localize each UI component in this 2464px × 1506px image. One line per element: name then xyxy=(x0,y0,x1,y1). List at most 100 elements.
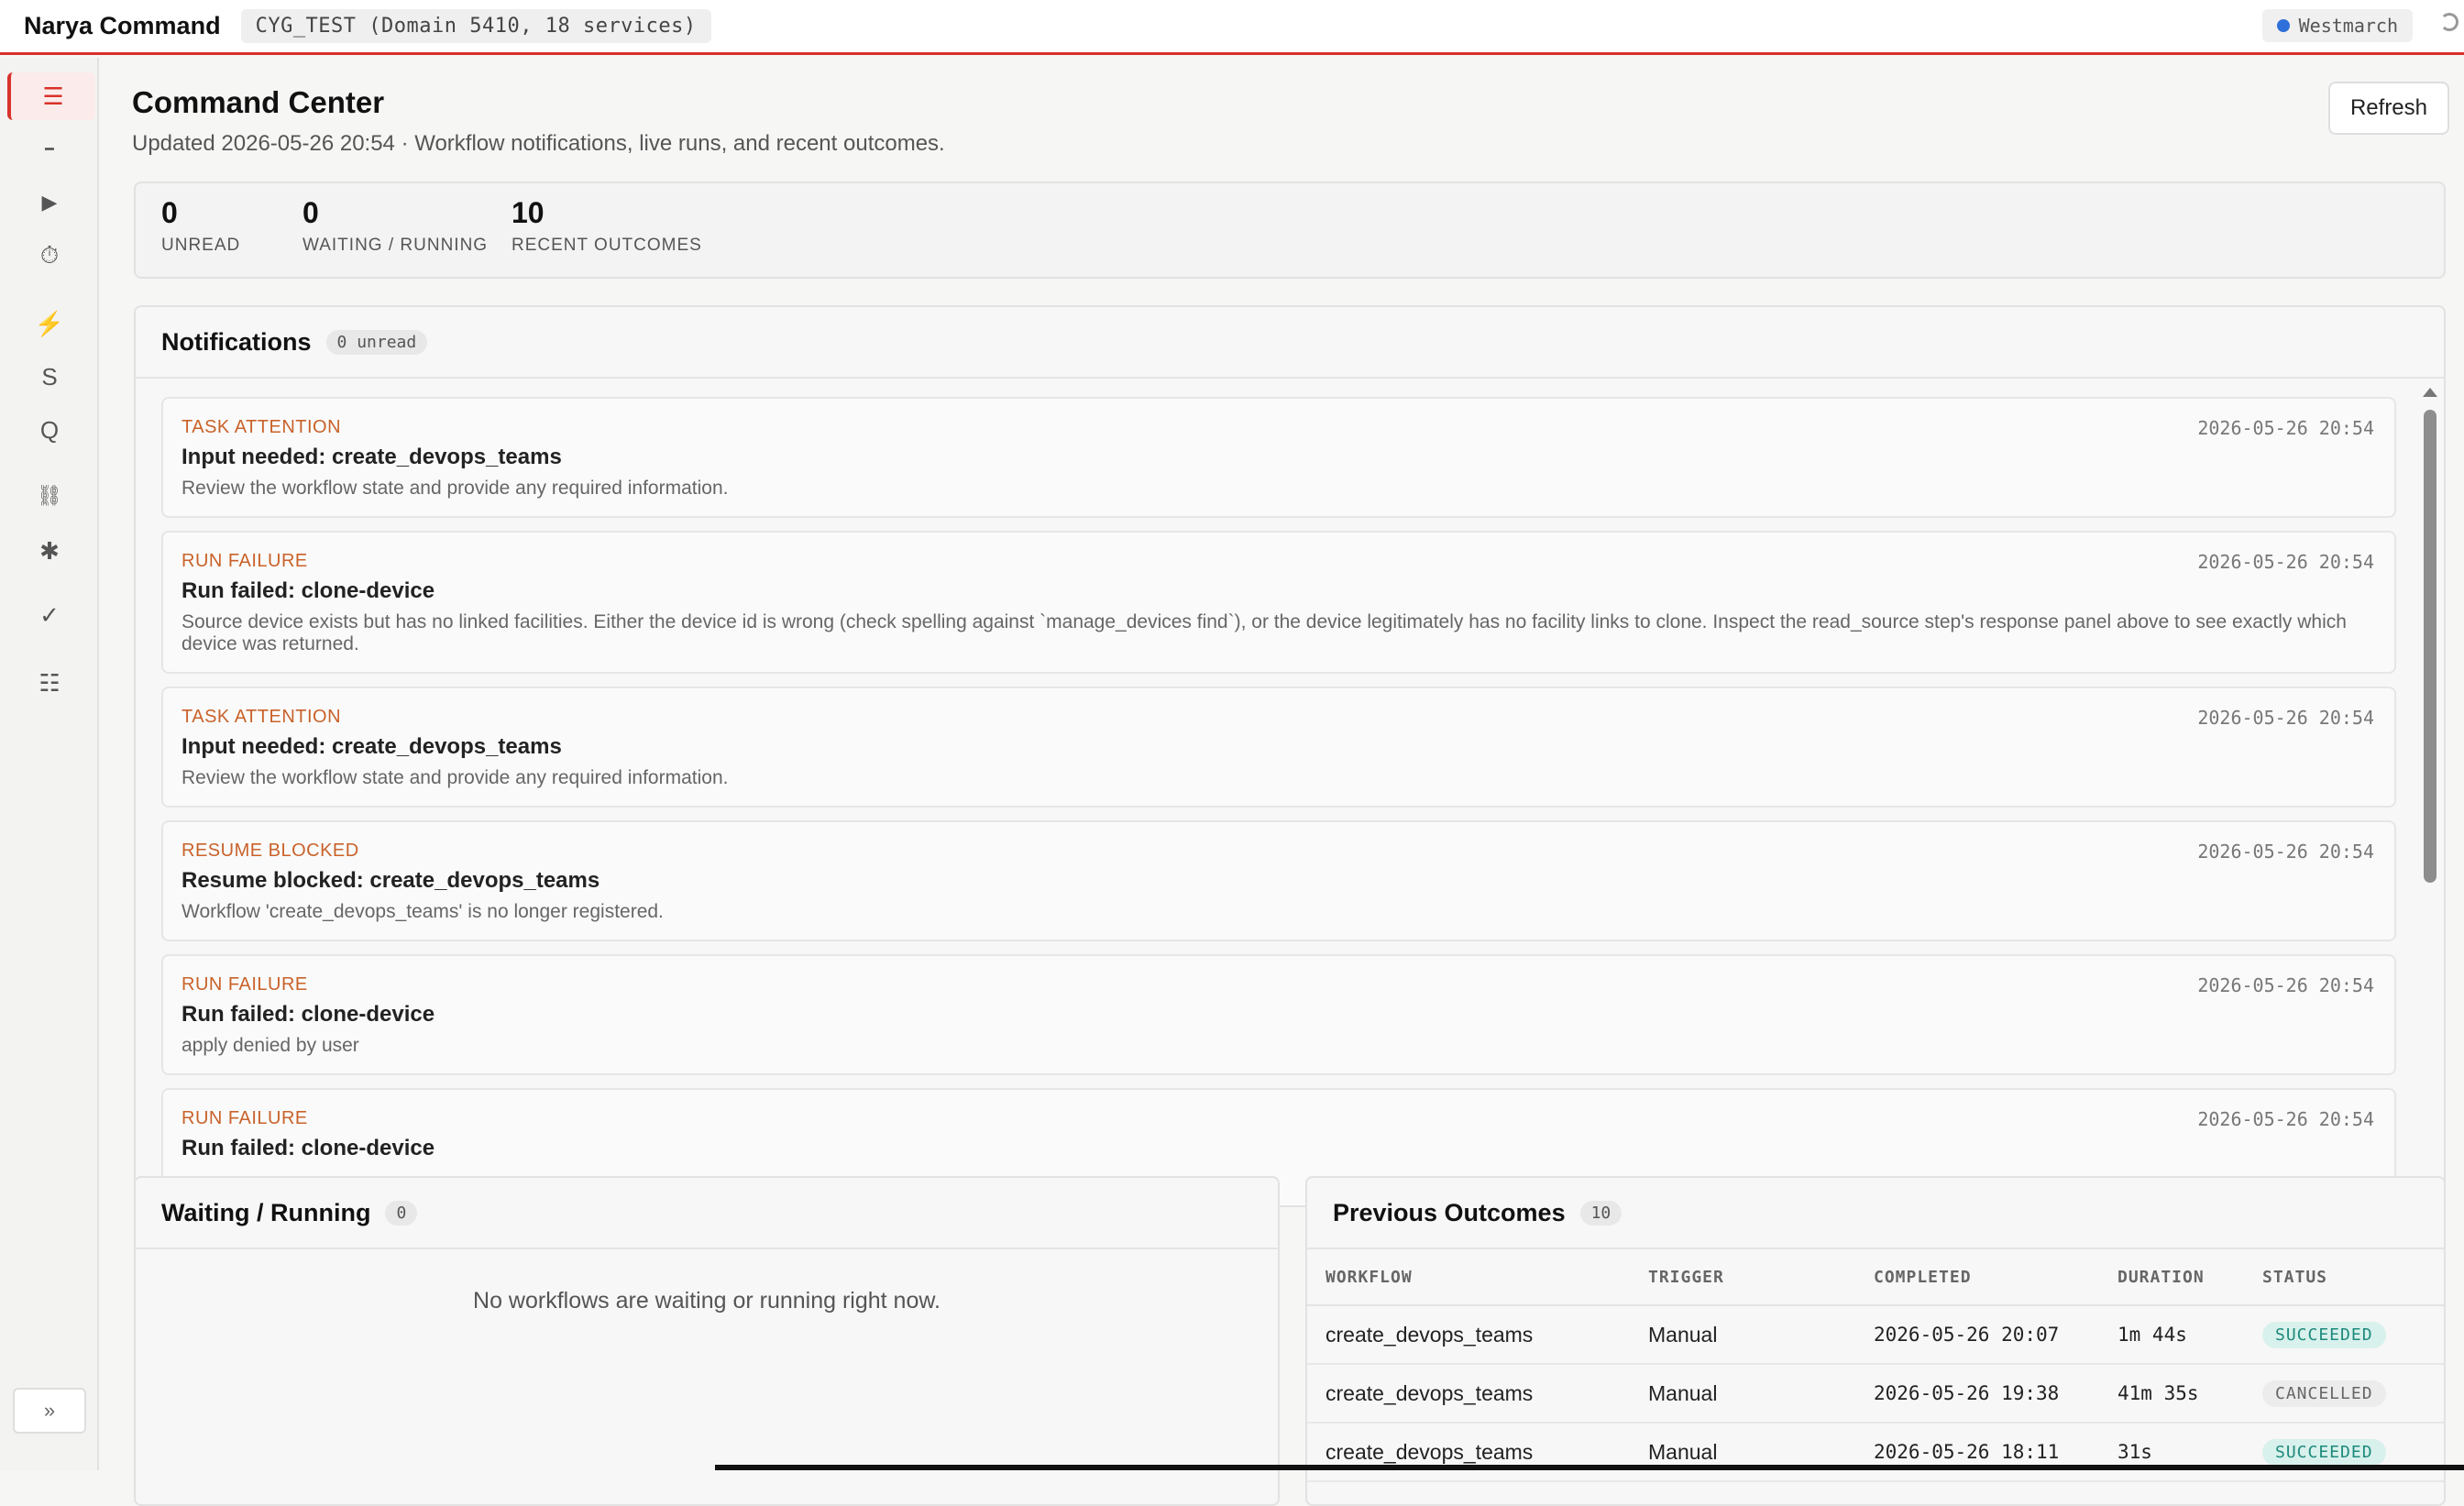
table-row[interactable]: create_devops_teams Manual 2026-05-26 18… xyxy=(1307,1423,2444,1482)
duration-cell: 1m 44s xyxy=(2118,1305,2262,1365)
stat-label: RECENT OUTCOMES xyxy=(512,236,702,255)
column-header-status[interactable]: STATUS xyxy=(2262,1249,2444,1306)
top-bar: Narya Command CYG_TEST (Domain 5410, 18 … xyxy=(0,0,2464,55)
notifications-panel: Notifications 0 unread TASK ATTENTION 20… xyxy=(134,305,2446,1207)
notification-card[interactable]: TASK ATTENTION 2026-05-26 20:54 Input ne… xyxy=(161,687,2396,808)
trigger-cell: Manual xyxy=(1648,1364,1874,1424)
waiting-running-panel: Waiting / Running 0 No workflows are wai… xyxy=(134,1176,1280,1506)
stat-unread: 0 UNREAD xyxy=(161,196,240,256)
workflow-cell[interactable]: create_devops_teams xyxy=(1307,1423,1648,1482)
sidebar-item-play[interactable]: ▶ xyxy=(7,179,92,226)
stat-label: WAITING / RUNNING xyxy=(302,236,489,255)
stat-value: 0 xyxy=(161,196,178,229)
notification-description: Workflow 'create_devops_teams' is no lon… xyxy=(182,901,664,922)
notification-title: Input needed: create_devops_teams xyxy=(182,445,562,469)
notification-title: Run failed: clone-device xyxy=(182,1136,435,1160)
stats-summary: 0 UNREAD 0 WAITING / RUNNING 10 RECENT O… xyxy=(134,181,2446,279)
page-subtitle: Updated 2026-05-26 20:54 · Workflow noti… xyxy=(132,131,945,156)
unread-badge: 0 unread xyxy=(325,329,428,355)
chevron-right-icon: » xyxy=(43,1399,56,1422)
page-title: Command Center xyxy=(132,85,385,119)
notification-time: 2026-05-26 20:54 xyxy=(2197,974,2374,996)
notification-card[interactable]: RUN FAILURE 2026-05-26 20:54 Run failed:… xyxy=(161,954,2396,1075)
table-row[interactable]: create_devops_teams Manual 2026-05-26 19… xyxy=(1307,1364,2444,1424)
notification-title: Input needed: create_devops_teams xyxy=(182,734,562,759)
refresh-button[interactable]: Refresh xyxy=(2328,82,2449,135)
expand-sidebar-button[interactable]: » xyxy=(13,1388,86,1434)
divider xyxy=(136,1248,1278,1249)
notification-time: 2026-05-26 20:54 xyxy=(2197,707,2374,729)
waiting-count-badge: 0 xyxy=(385,1200,418,1226)
notification-type: RESUME BLOCKED xyxy=(182,841,359,861)
list-icon: ☷ xyxy=(38,668,60,697)
check-icon: ✓ xyxy=(39,600,60,629)
notification-description: Review the workflow state and provide an… xyxy=(182,767,729,788)
status-cell: CANCELLED xyxy=(2262,1364,2444,1424)
sidebar-item-list[interactable]: ☷ xyxy=(7,659,92,707)
menu-icon: ☰ xyxy=(42,82,64,110)
notification-description: apply denied by user xyxy=(182,1035,359,1056)
status-cell: SUCCEEDED xyxy=(2262,1305,2444,1365)
workflow-cell[interactable]: create_devops_teams xyxy=(1307,1305,1648,1365)
asterisk-icon: ✱ xyxy=(39,536,60,565)
outcomes-table: WORKFLOW TRIGGER COMPLETED DURATION STAT… xyxy=(1307,1249,2444,1482)
column-header-workflow[interactable]: WORKFLOW xyxy=(1307,1249,1648,1306)
link-icon: ⛓ xyxy=(37,484,62,507)
region-selector[interactable]: Westmarch xyxy=(2261,9,2413,42)
window-bottom-edge xyxy=(715,1465,2464,1470)
notification-card[interactable]: RESUME BLOCKED 2026-05-26 20:54 Resume b… xyxy=(161,820,2396,941)
status-badge: CANCELLED xyxy=(2262,1380,2386,1407)
sidebar-item-check[interactable]: ✓ xyxy=(7,591,92,639)
clock-icon: ⏱ xyxy=(39,241,60,269)
environment-chip[interactable]: CYG_TEST (Domain 5410, 18 services) xyxy=(240,9,711,43)
notifications-scrollbar[interactable] xyxy=(2420,379,2440,1205)
notification-time: 2026-05-26 20:54 xyxy=(2197,841,2374,863)
status-badge: SUCCEEDED xyxy=(2262,1322,2386,1348)
sidebar-item-q[interactable]: Q xyxy=(7,406,92,454)
waiting-running-title: Waiting / Running xyxy=(161,1198,371,1226)
stat-recent-outcomes: 10 RECENT OUTCOMES xyxy=(512,196,702,256)
notification-card[interactable]: RUN FAILURE 2026-05-26 20:54 Run failed:… xyxy=(161,531,2396,674)
notification-type: RUN FAILURE xyxy=(182,974,308,995)
q-icon: Q xyxy=(39,415,60,444)
notification-description: Source device exists but has no linked f… xyxy=(182,611,2347,654)
column-header-trigger[interactable]: TRIGGER xyxy=(1648,1249,1874,1306)
scroll-thumb[interactable] xyxy=(2424,410,2436,883)
table-row[interactable]: create_devops_teams Manual 2026-05-26 20… xyxy=(1307,1305,2444,1365)
previous-outcomes-panel: Previous Outcomes 10 WORKFLOW TRIGGER CO… xyxy=(1305,1176,2446,1506)
completed-cell: 2026-05-26 20:07 xyxy=(1874,1305,2118,1365)
table-header-row: WORKFLOW TRIGGER COMPLETED DURATION STAT… xyxy=(1307,1249,2444,1306)
notification-time: 2026-05-26 20:54 xyxy=(2197,417,2374,439)
notification-title: Run failed: clone-device xyxy=(182,1002,435,1027)
app-title: Narya Command xyxy=(24,12,221,39)
bolt-icon: ⚡ xyxy=(34,309,65,337)
sync-icon[interactable] xyxy=(2440,13,2458,31)
notification-type: TASK ATTENTION xyxy=(182,417,342,437)
stat-waiting-running: 0 WAITING / RUNNING xyxy=(302,196,488,256)
sidebar-item-s[interactable]: S xyxy=(7,353,92,401)
notifications-list[interactable]: TASK ATTENTION 2026-05-26 20:54 Input ne… xyxy=(136,379,2444,1205)
trigger-cell: Manual xyxy=(1648,1423,1874,1482)
previous-outcomes-title: Previous Outcomes xyxy=(1333,1198,1566,1226)
notification-description: Review the workflow state and provide an… xyxy=(182,478,729,499)
sidebar-item-clock[interactable]: ⏱ xyxy=(7,232,92,280)
empty-state-message: No workflows are waiting or running righ… xyxy=(473,1288,940,1314)
outcomes-count-badge: 10 xyxy=(1579,1200,1622,1226)
column-header-duration[interactable]: DURATION xyxy=(2118,1249,2262,1306)
sidebar-item-link[interactable]: ⛓ xyxy=(7,472,92,520)
workflow-cell[interactable]: create_devops_teams xyxy=(1307,1364,1648,1424)
scroll-up-arrow-icon[interactable] xyxy=(2423,388,2437,397)
notification-title: Resume blocked: create_devops_teams xyxy=(182,868,600,893)
region-label: Westmarch xyxy=(2298,15,2398,37)
notification-type: RUN FAILURE xyxy=(182,1108,308,1128)
sidebar-item-minus[interactable]: ━ xyxy=(7,126,92,173)
sidebar-item-asterisk[interactable]: ✱ xyxy=(7,527,92,575)
notification-card[interactable]: TASK ATTENTION 2026-05-26 20:54 Input ne… xyxy=(161,397,2396,518)
notification-time: 2026-05-26 20:54 xyxy=(2197,551,2374,573)
sidebar-item-menu[interactable]: ☰ xyxy=(7,72,95,120)
notification-type: RUN FAILURE xyxy=(182,551,308,571)
column-header-completed[interactable]: COMPLETED xyxy=(1874,1249,2118,1306)
sidebar-item-bolt[interactable]: ⚡ xyxy=(7,300,92,347)
completed-cell: 2026-05-26 19:38 xyxy=(1874,1364,2118,1424)
notifications-title: Notifications xyxy=(161,327,312,356)
